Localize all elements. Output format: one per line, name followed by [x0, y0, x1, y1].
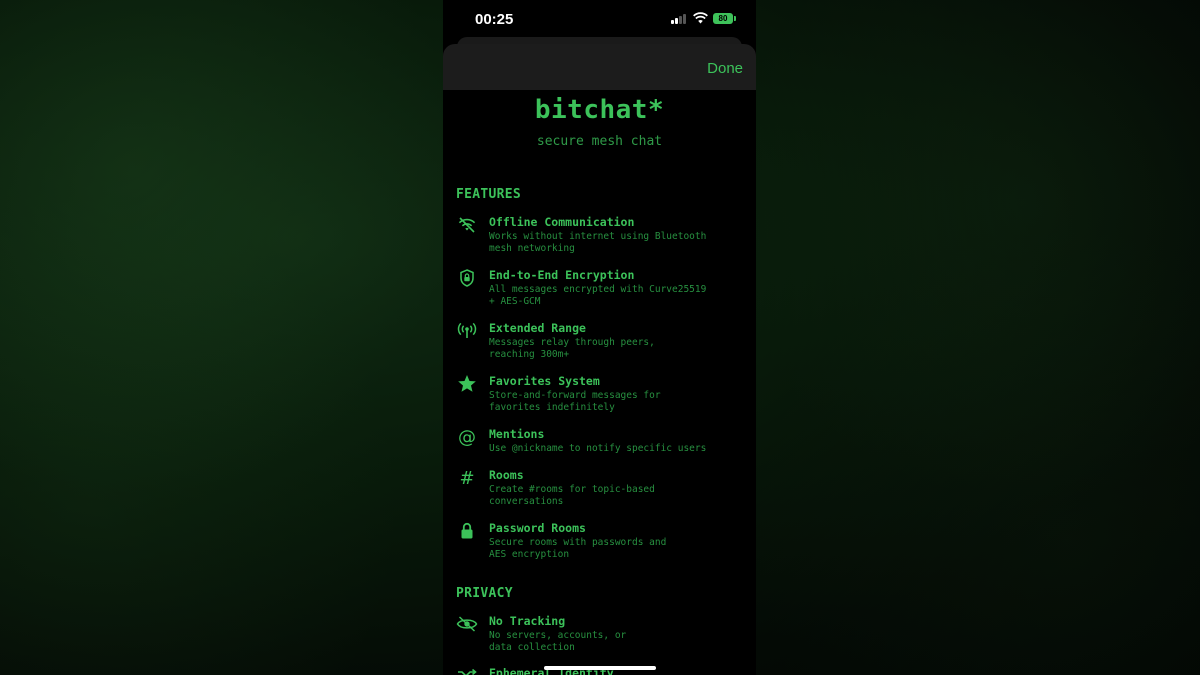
feature-description: Use @nickname to notify specific users	[489, 443, 707, 454]
feature-title: Mentions	[489, 427, 545, 441]
lock-shield-icon	[460, 269, 474, 287]
svg-text:#: #	[459, 468, 474, 488]
feature-description: Secure rooms with passwords and AES encr…	[489, 537, 667, 560]
feature-title: Offline Communication	[489, 215, 635, 229]
lock-icon	[461, 522, 473, 539]
feature-description: Store-and-forward messages for favorites…	[489, 390, 661, 413]
feature-description: Messages relay through peers, reaching 3…	[489, 337, 655, 360]
done-button[interactable]: Done	[707, 60, 743, 77]
phone-screen: 00:25 80 Done bitchat* secure mesh chat …	[443, 0, 756, 675]
battery-icon: 80	[713, 13, 733, 24]
home-indicator[interactable]	[544, 666, 656, 670]
about-content[interactable]: bitchat* secure mesh chat FEATURES Offli…	[443, 90, 756, 675]
features-heading: FEATURES	[456, 187, 522, 202]
battery-tip	[734, 16, 736, 21]
feature-title: No Tracking	[489, 614, 566, 628]
at-icon: @	[458, 427, 476, 447]
star-icon	[458, 375, 476, 392]
feature-title: Rooms	[489, 468, 524, 482]
feature-description: Create #rooms for topic-based conversati…	[489, 484, 655, 507]
eye-slash-icon	[456, 616, 478, 632]
cellular-signal-icon	[671, 13, 687, 24]
status-time: 00:25	[475, 11, 514, 28]
app-title: bitchat*	[534, 95, 665, 125]
wifi-slash-icon	[458, 217, 476, 233]
feature-description: Works without internet using Bluetooth m…	[489, 231, 707, 254]
feature-title: Favorites System	[489, 374, 600, 388]
feature-title: End-to-End Encryption	[489, 268, 635, 282]
shuffle-icon	[458, 668, 477, 675]
blurred-background-left	[0, 0, 443, 675]
svg-text:@: @	[458, 427, 476, 447]
feature-title: Password Rooms	[489, 521, 586, 535]
blurred-background-right	[756, 0, 1200, 675]
wifi-icon	[693, 12, 708, 24]
feature-description: No servers, accounts, or data collection	[489, 630, 627, 653]
privacy-heading: PRIVACY	[456, 586, 513, 601]
feature-description: All messages encrypted with Curve25519 +…	[489, 284, 707, 307]
status-bar: 00:25 80	[443, 0, 756, 36]
antenna-icon	[457, 322, 477, 338]
sheet-header: Done	[443, 44, 756, 90]
app-subtitle: secure mesh chat	[536, 134, 663, 149]
feature-title: Extended Range	[489, 321, 586, 335]
hash-icon: #	[459, 468, 474, 488]
